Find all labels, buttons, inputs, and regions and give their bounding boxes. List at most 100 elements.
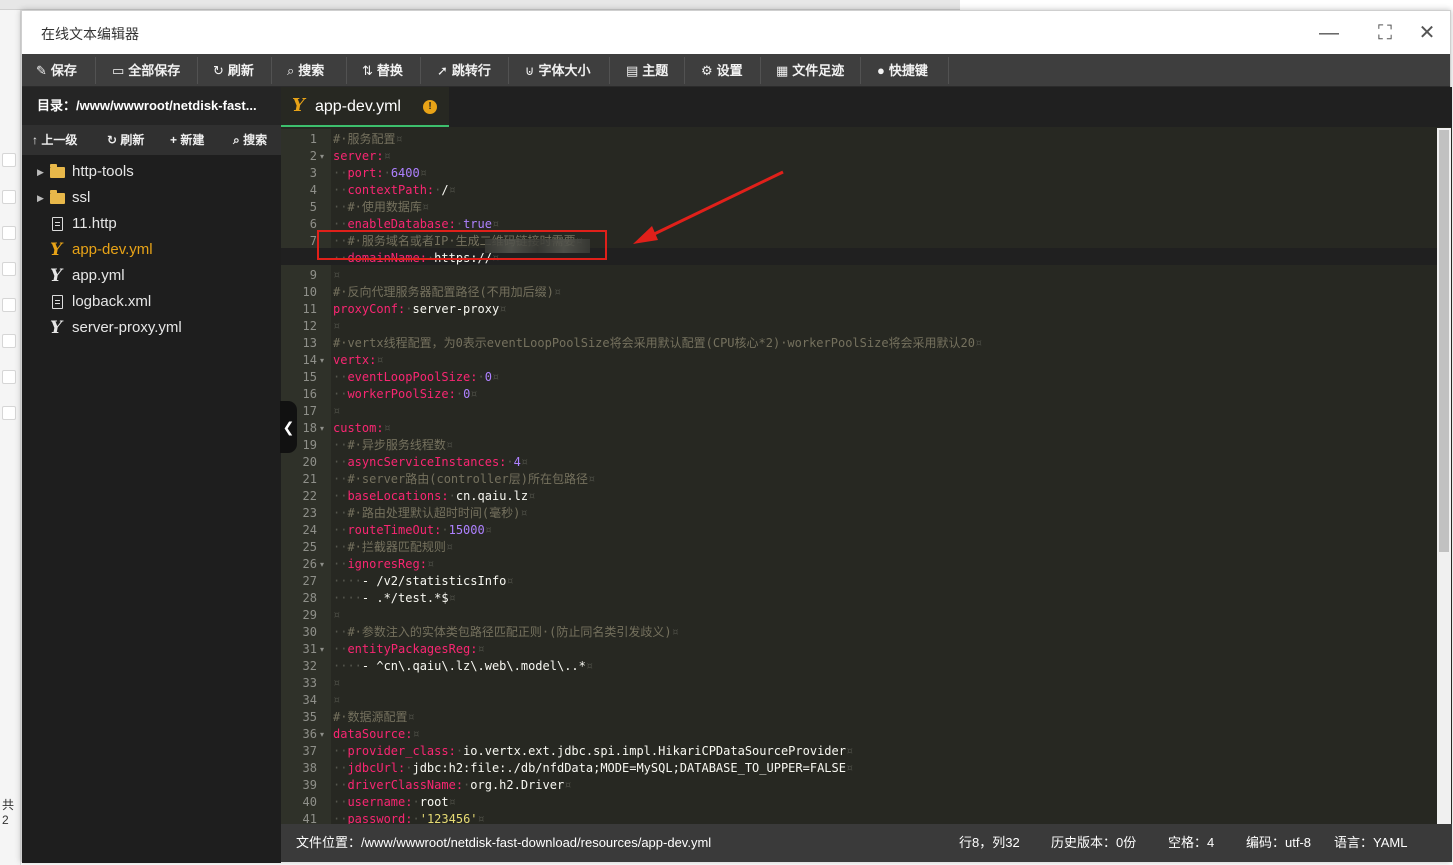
code-line[interactable]: ··#·路由处理默认超时时间(毫秒)¤	[333, 505, 528, 522]
code-line[interactable]: ··provider_class:·io.vertx.ext.jdbc.spi.…	[333, 743, 853, 760]
fold-toggle-icon[interactable]: ▾	[320, 726, 324, 743]
code-line[interactable]: ··jdbcUrl:·jdbc:h2:file:./db/nfdData;MOD…	[333, 760, 853, 777]
search-button[interactable]: ⌕ 搜索	[287, 54, 324, 87]
code-line[interactable]: #·vertx线程配置，为0表示eventLoopPoolSize将会采用默认配…	[333, 335, 982, 352]
yaml-icon: Y	[292, 95, 305, 116]
code-line[interactable]: ··#·参数注入的实体类包路径匹配正则·(防止同名类引发歧义)¤	[333, 624, 679, 641]
code-line[interactable]: ¤	[333, 267, 340, 284]
file-item-11-http[interactable]: 11.http	[22, 211, 281, 237]
line-number: 41	[302, 812, 317, 824]
code-line[interactable]: server:¤	[333, 148, 391, 165]
code-line[interactable]: ¤	[333, 607, 340, 624]
code-line[interactable]: ··#·server路由(controller层)所在包路径¤	[333, 471, 595, 488]
replace-button[interactable]: ⇅ 替换	[362, 54, 403, 87]
line-number: 40	[302, 795, 317, 809]
maximize-button[interactable]: ⛶	[1370, 19, 1400, 47]
code-line[interactable]: #·反向代理服务器配置路径(不用加后缀)¤	[333, 284, 561, 301]
background-checkbox	[2, 153, 16, 167]
code-line[interactable]: ··port:·6400¤	[333, 165, 427, 182]
chevron-right-icon[interactable]: ▶	[37, 185, 44, 211]
background-checkbox	[2, 370, 16, 384]
parent-dir-button[interactable]: ↑ 上一级	[32, 125, 77, 155]
code-line[interactable]: ¤	[333, 403, 340, 420]
fold-toggle-icon[interactable]: ▾	[320, 556, 324, 573]
folder-item-ssl[interactable]: ▶ ssl	[22, 185, 281, 211]
shortcuts-button[interactable]: ● 快捷键	[877, 54, 928, 87]
code-line[interactable]: ··#·使用数据库¤	[333, 199, 429, 216]
file-item-server-proxy-yml[interactable]: Y server-proxy.yml	[22, 315, 281, 341]
code-line[interactable]: ··contextPath:·/¤	[333, 182, 456, 199]
plus-icon: +	[170, 133, 178, 147]
sidebar-search-button[interactable]: ⌕ 搜索	[233, 125, 267, 155]
code-line[interactable]: ··#·拦截器匹配规则¤	[333, 539, 453, 556]
encoding-setting[interactable]: 编码：utf-8	[1246, 824, 1311, 862]
line-number: 36	[302, 727, 317, 741]
file-history-button[interactable]: ▦ 文件足迹	[776, 54, 844, 87]
code-line[interactable]: ··password:·'123456'¤	[333, 811, 485, 824]
line-number: 13	[302, 336, 317, 350]
sidebar-refresh-button[interactable]: ↻ 刷新	[107, 125, 144, 155]
code-line[interactable]: ··driverClassName:·org.h2.Driver¤	[333, 777, 571, 794]
line-number: 34	[302, 693, 317, 707]
cursor-position[interactable]: 行8，列32	[959, 824, 1020, 862]
theme-icon: ▤	[626, 63, 639, 78]
yaml-icon: Y	[50, 240, 63, 260]
fold-toggle-icon[interactable]: ▾	[320, 352, 324, 369]
code-line[interactable]: vertx:¤	[333, 352, 384, 369]
fold-toggle-icon[interactable]: ▾	[320, 420, 324, 437]
code-line[interactable]: ··entityPackagesReg:¤	[333, 641, 485, 658]
line-number: 11	[302, 302, 317, 316]
document-icon	[52, 217, 63, 231]
file-item-app-dev-yml[interactable]: Y app-dev.yml	[22, 237, 281, 263]
code-line[interactable]: ····- ^cn\.qaiu\.lz\.web\.model\..*¤	[333, 658, 593, 675]
code-line[interactable]: ··baseLocations:·cn.qaiu.lz¤	[333, 488, 535, 505]
edit-icon: ✎	[36, 63, 47, 78]
tab-app-dev-yml[interactable]: Y app-dev.yml !	[281, 87, 449, 127]
chevron-right-icon[interactable]: ▶	[37, 159, 44, 185]
file-item-logback-xml[interactable]: logback.xml	[22, 289, 281, 315]
status-bar: 文件位置：/www/wwwroot/netdisk-fast-download/…	[281, 824, 1452, 862]
code-line[interactable]: proxyConf:·server-proxy¤	[333, 301, 506, 318]
code-line[interactable]: custom:¤	[333, 420, 391, 437]
code-line[interactable]: ··username:·root¤	[333, 794, 456, 811]
goto-line-button[interactable]: ➚ 跳转行	[437, 54, 491, 87]
code-line[interactable]: ¤	[333, 675, 340, 692]
folder-item-http-tools[interactable]: ▶ http-tools	[22, 159, 281, 185]
language-mode[interactable]: 语言：YAML	[1334, 824, 1407, 862]
code-line[interactable]: ····- /v2/statisticsInfo¤	[333, 573, 514, 590]
indent-setting[interactable]: 空格：4	[1168, 824, 1214, 862]
vertical-scrollbar[interactable]	[1437, 128, 1451, 824]
toolbar: ✎ 保存 ▭ 全部保存 ↻ 刷新 ⌕ 搜索 ⇅ 替换 ➚ 跳转行 ⊍ 字体大小 ▤ 主题 ⚙ 设置…	[22, 54, 1450, 87]
code-line[interactable]: ··routeTimeOut:·15000¤	[333, 522, 492, 539]
fold-toggle-icon[interactable]: ▾	[320, 148, 324, 165]
new-file-button[interactable]: + 新建	[170, 125, 204, 155]
code-line[interactable]: #·数据源配置¤	[333, 709, 415, 726]
code-line[interactable]: ··eventLoopPoolSize:·0¤	[333, 369, 499, 386]
history-version[interactable]: 历史版本：0份	[1051, 824, 1136, 862]
refresh-button[interactable]: ↻ 刷新	[213, 54, 254, 87]
close-button[interactable]: ✕	[1412, 19, 1442, 47]
code-line[interactable]: dataSource:¤	[333, 726, 420, 743]
save-all-button[interactable]: ▭ 全部保存	[112, 54, 180, 87]
theme-button[interactable]: ▤ 主题	[626, 54, 668, 87]
settings-button[interactable]: ⚙ 设置	[701, 54, 743, 87]
code-editor[interactable]: Y app-dev.yml ! 12▾34567891011121314▾151…	[281, 87, 1452, 824]
file-item-app-yml[interactable]: Y app.yml	[22, 263, 281, 289]
code-line[interactable]: ····- .*/test.*$¤	[333, 590, 456, 607]
font-size-button[interactable]: ⊍ 字体大小	[525, 54, 591, 87]
code-line[interactable]: ¤	[333, 318, 340, 335]
code-line[interactable]: ··workerPoolSize:·0¤	[333, 386, 478, 403]
scrollbar-thumb[interactable]	[1439, 130, 1449, 552]
code-line[interactable]: ··#·异步服务线程数¤	[333, 437, 453, 454]
code-line[interactable]: ··ignoresReg:¤	[333, 556, 434, 573]
minimize-button[interactable]: —	[1314, 19, 1344, 47]
save-button[interactable]: ✎ 保存	[36, 54, 77, 87]
arrow-up-icon: ↑	[32, 133, 38, 147]
window-title: 在线文本编辑器	[41, 26, 139, 42]
line-number: 32	[302, 659, 317, 673]
code-line[interactable]: ··asyncServiceInstances:·4¤	[333, 454, 528, 471]
fold-toggle-icon[interactable]: ▾	[320, 641, 324, 658]
code-line[interactable]: #·服务配置¤	[333, 131, 403, 148]
collapse-sidebar-button[interactable]: ❮	[280, 401, 297, 453]
code-line[interactable]: ¤	[333, 692, 340, 709]
